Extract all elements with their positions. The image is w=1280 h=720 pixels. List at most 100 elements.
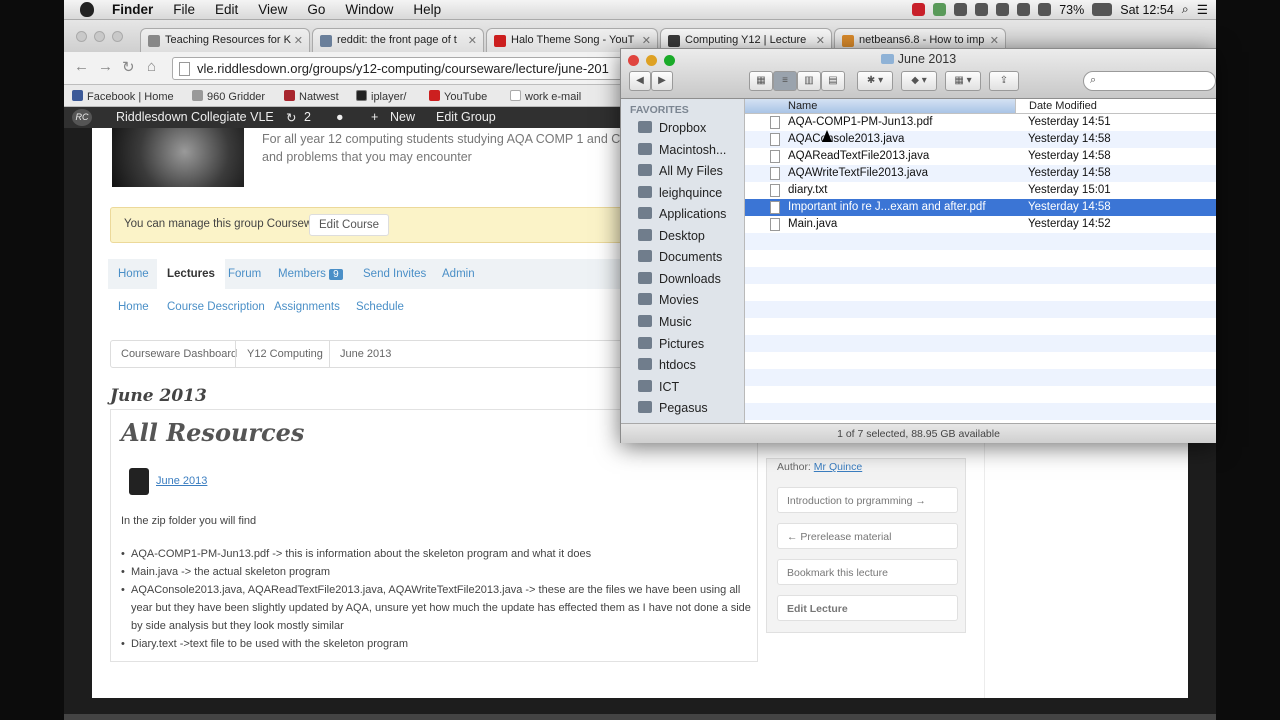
- tab-home[interactable]: Home: [118, 268, 149, 280]
- close-window-button[interactable]: [76, 31, 87, 42]
- close-tab-icon[interactable]: ✕: [468, 34, 477, 47]
- sync-icon[interactable]: [933, 3, 947, 16]
- close-tab-icon[interactable]: ✕: [642, 34, 651, 47]
- spotlight-icon[interactable]: ⌕: [1182, 2, 1189, 17]
- menu-help[interactable]: Help: [403, 2, 451, 17]
- author-link[interactable]: Mr Quince: [814, 461, 862, 473]
- browser-tab[interactable]: Teaching Resources for K ✕: [140, 28, 310, 52]
- apple-icon[interactable]: [80, 2, 94, 17]
- list-view-icon[interactable]: ≡: [773, 71, 797, 91]
- bookmark[interactable]: 960 Gridder: [192, 90, 265, 103]
- close-tab-icon[interactable]: ✕: [990, 34, 999, 47]
- comments-icon[interactable]: ●: [336, 110, 344, 124]
- sidebar-item-desktop[interactable]: Desktop: [638, 229, 705, 247]
- browser-tab[interactable]: reddit: the front page of t ✕: [312, 28, 484, 52]
- tab-send-invites[interactable]: Send Invites: [363, 268, 426, 280]
- previous-lecture-button[interactable]: ← Prerelease material: [777, 523, 958, 549]
- sidebar-item-macintosh[interactable]: Macintosh...: [638, 143, 726, 161]
- tab-lectures[interactable]: Lectures: [157, 259, 225, 289]
- zoom-window-button[interactable]: [112, 31, 123, 42]
- edit-lecture-button[interactable]: Edit Lecture: [777, 595, 958, 621]
- updates-icon[interactable]: ↻: [286, 110, 296, 125]
- action-gear-icon[interactable]: ✱ ▾: [857, 71, 893, 91]
- sidebar-item-ict[interactable]: ICT: [638, 380, 679, 398]
- sidebar-item-applications[interactable]: Applications: [638, 207, 726, 225]
- new-icon[interactable]: +: [371, 110, 378, 124]
- breadcrumb-dashboard[interactable]: Courseware Dashboard: [121, 348, 237, 360]
- sidebar-item-documents[interactable]: Documents: [638, 250, 722, 268]
- subtab-home[interactable]: Home: [118, 301, 149, 313]
- file-row[interactable]: Main.java Yesterday 14:52: [745, 216, 1216, 233]
- next-lecture-button[interactable]: Introduction to prgramming →: [777, 487, 958, 513]
- tab-admin[interactable]: Admin: [442, 268, 475, 280]
- finder-forward-icon[interactable]: ▶: [651, 71, 673, 91]
- icon-view-icon[interactable]: ▦: [749, 71, 773, 91]
- close-tab-icon[interactable]: ✕: [816, 34, 825, 47]
- column-header-date[interactable]: Date Modified: [1015, 99, 1178, 113]
- clock[interactable]: Sat 12:54: [1120, 3, 1174, 17]
- file-row[interactable]: AQAWriteTextFile2013.java Yesterday 14:58: [745, 165, 1216, 182]
- volume-icon[interactable]: [1038, 3, 1052, 16]
- back-icon[interactable]: ←: [74, 58, 89, 75]
- bookmark[interactable]: Facebook | Home: [72, 90, 174, 103]
- sidebar-item-dropbox[interactable]: Dropbox: [638, 121, 706, 139]
- sidebar-item-pictures[interactable]: Pictures: [638, 337, 704, 355]
- file-row[interactable]: AQA-COMP1-PM-Jun13.pdf Yesterday 14:51: [745, 114, 1216, 131]
- finder-search-input[interactable]: ⌕: [1083, 71, 1216, 91]
- sidebar-item-music[interactable]: Music: [638, 315, 692, 333]
- dropbox-icon[interactable]: [954, 3, 968, 16]
- battery-percent[interactable]: 73%: [1059, 3, 1084, 17]
- site-name-link[interactable]: Riddlesdown Collegiate VLE: [116, 110, 274, 124]
- sidebar-item-all-my-files[interactable]: All My Files: [638, 164, 723, 182]
- minimize-window-button[interactable]: [94, 31, 105, 42]
- file-row[interactable]: diary.txt Yesterday 15:01: [745, 182, 1216, 199]
- notification-icon[interactable]: ☰: [1197, 2, 1208, 17]
- sidebar-item-movies[interactable]: Movies: [638, 293, 699, 311]
- bookmark[interactable]: iplayer/: [356, 90, 406, 103]
- subtab-course-description[interactable]: Course Description: [167, 301, 265, 313]
- bluetooth-icon[interactable]: [996, 3, 1010, 16]
- new-link[interactable]: New: [390, 110, 415, 124]
- tab-forum[interactable]: Forum: [228, 268, 261, 280]
- share-icon[interactable]: ⇪: [989, 71, 1019, 91]
- updates-count[interactable]: 2: [304, 110, 311, 124]
- bookmark-lecture-button[interactable]: Bookmark this lecture: [777, 559, 958, 585]
- breadcrumb-course[interactable]: Y12 Computing: [247, 348, 323, 360]
- file-row[interactable]: AQAReadTextFile2013.java Yesterday 14:58: [745, 148, 1216, 165]
- forward-icon[interactable]: →: [98, 58, 113, 75]
- column-header-name[interactable]: Name: [745, 99, 1015, 113]
- subtab-schedule[interactable]: Schedule: [356, 301, 404, 313]
- bookmark[interactable]: work e-mail: [510, 90, 581, 103]
- coverflow-view-icon[interactable]: ▤: [821, 71, 845, 91]
- edit-group-link[interactable]: Edit Group: [436, 110, 496, 124]
- finder-back-icon[interactable]: ◀: [629, 71, 651, 91]
- dropbox-menu-icon[interactable]: ◆ ▾: [901, 71, 937, 91]
- subtab-assignments[interactable]: Assignments: [274, 301, 340, 313]
- edit-course-button[interactable]: Edit Course: [309, 214, 390, 236]
- sidebar-item-home[interactable]: leighquince: [638, 186, 722, 204]
- menu-app-finder[interactable]: Finder: [102, 2, 163, 17]
- site-logo-icon[interactable]: RC: [72, 109, 92, 126]
- file-row-selected[interactable]: Important info re J...exam and after.pdf…: [745, 199, 1216, 216]
- column-view-icon[interactable]: ▥: [797, 71, 821, 91]
- menu-window[interactable]: Window: [335, 2, 403, 17]
- home-icon[interactable]: ⌂: [147, 58, 156, 75]
- close-tab-icon[interactable]: ✕: [294, 34, 303, 47]
- address-bar[interactable]: vle.riddlesdown.org/groups/y12-computing…: [172, 57, 632, 80]
- sidebar-item-htdocs[interactable]: htdocs: [638, 358, 696, 376]
- record-icon[interactable]: [912, 3, 926, 16]
- menu-view[interactable]: View: [248, 2, 297, 17]
- menu-file[interactable]: File: [163, 2, 205, 17]
- wifi-icon[interactable]: [1017, 3, 1031, 16]
- bookmark[interactable]: YouTube: [429, 90, 487, 103]
- sidebar-item-downloads[interactable]: Downloads: [638, 272, 721, 290]
- sidebar-item-pegasus[interactable]: Pegasus: [638, 401, 708, 419]
- bookmark[interactable]: Natwest: [284, 90, 339, 103]
- menu-go[interactable]: Go: [297, 2, 335, 17]
- file-row[interactable]: AQAConsole2013.java Yesterday 14:58: [745, 131, 1216, 148]
- battery-icon[interactable]: [1092, 3, 1113, 16]
- time-machine-icon[interactable]: [975, 3, 989, 16]
- reload-icon[interactable]: ↻: [122, 58, 135, 76]
- attachment-link[interactable]: June 2013: [156, 475, 207, 487]
- arrange-icon[interactable]: ▦ ▾: [945, 71, 981, 91]
